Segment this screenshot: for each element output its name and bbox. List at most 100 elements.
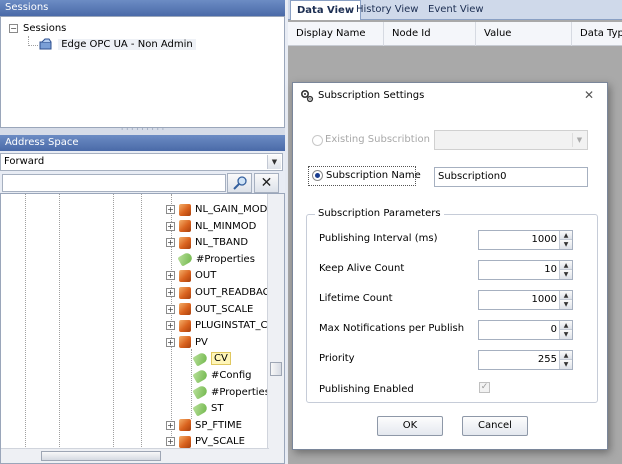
parameter-spinner[interactable]: 10 ▲ ▼ [478,260,573,280]
spin-up-icon[interactable]: ▲ [560,231,572,240]
publishing-enabled-label: Publishing Enabled [319,384,414,395]
sessions-tree[interactable]: − Sessions Edge OPC UA - Non Admin [0,16,285,128]
column-node-id[interactable]: Node Id [384,22,476,46]
cancel-button[interactable]: Cancel [462,416,528,436]
spin-down-icon[interactable]: ▼ [560,240,572,249]
tree-node[interactable]: #Config [192,367,251,384]
dialog-title-bar[interactable]: Subscription Settings [293,83,607,109]
parameter-spinner[interactable]: 0 ▲ ▼ [478,320,573,340]
expand-node-icon[interactable]: + [166,288,175,297]
tree-scroll-thumb[interactable] [270,362,282,376]
clear-search-button[interactable]: ✕ [254,173,279,193]
tree-node[interactable]: ST [192,401,223,417]
object-cube-icon [179,303,191,316]
cancel-button-label: Cancel [478,420,512,431]
tree-vertical-scrollbar[interactable] [267,194,284,463]
tree-node[interactable]: + NL_MINMOD [166,219,257,234]
session-item[interactable]: Edge OPC UA - Non Admin [39,37,196,52]
column-display-name-label: Display Name [296,28,366,39]
column-value[interactable]: Value [476,22,572,46]
tree-node[interactable]: + OUT [166,268,217,283]
parameter-label: Keep Alive Count [319,263,405,274]
parameter-spinner[interactable]: 1000 ▲ ▼ [478,290,573,310]
publishing-enabled-checkbox[interactable]: ✓ [479,382,490,393]
parameter-spinner[interactable]: 255 ▲ ▼ [478,350,573,370]
spin-up-icon[interactable]: ▲ [560,321,572,330]
expand-node-icon[interactable]: + [166,321,175,331]
tree-node[interactable]: #Properties [192,384,270,400]
parameter-label: Lifetime Count [319,293,393,304]
ok-button[interactable]: OK [377,416,443,436]
tree-horizontal-scrollbar[interactable] [1,448,269,463]
property-tag-icon [192,351,209,367]
tree-node[interactable]: #Properties [177,251,255,267]
object-cube-icon [179,236,191,249]
tree-node[interactable]: CV [192,351,231,367]
spin-up-icon[interactable]: ▲ [560,291,572,300]
address-space-header: Address Space [0,135,285,151]
tree-node[interactable]: + PV [166,335,208,350]
column-data-type[interactable]: Data Typ [572,22,622,46]
chevron-down-icon[interactable]: ▼ [572,133,586,147]
spin-down-icon[interactable]: ▼ [560,270,572,279]
parameter-value: 1000 [531,234,557,245]
address-space-tree[interactable]: + NL_GAIN_MOD + NL_MINMOD + NL_TBAND #Properti… [0,193,285,464]
parameter-value: 0 [550,324,557,335]
column-display-name[interactable]: Display Name [288,22,384,46]
tree-node[interactable]: + OUT_READBAC [166,285,270,300]
tab-history-view[interactable]: History View [350,0,425,20]
expand-node-icon[interactable]: + [166,420,175,430]
subscription-settings-dialog: Subscription Settings ✕ Existing Subscri… [292,82,608,450]
tree-node[interactable]: + PLUGINSTAT_C [166,318,267,333]
existing-subscription-select[interactable]: ▼ [434,130,588,150]
tab-history-view-label: History View [356,4,419,15]
expand-node-icon[interactable]: + [166,437,175,447]
expand-node-icon[interactable]: + [166,221,175,231]
tab-data-view-label: Data View [297,5,355,16]
tree-node-label: OUT [195,270,217,282]
tree-node[interactable]: + OUT_SCALE [166,302,253,317]
parameter-value: 1000 [531,294,557,305]
tree-node[interactable]: + SP_FTIME [166,418,242,433]
column-node-id-label: Node Id [392,28,431,39]
parameter-spinner[interactable]: 1000 ▲ ▼ [478,230,573,250]
chevron-down-icon[interactable]: ▼ [267,155,281,169]
property-tag-icon [192,401,209,417]
object-cube-icon [179,269,191,282]
property-tag-icon [177,251,194,267]
pane-splitter[interactable]: · · · · · · · · · [0,126,285,135]
data-grid-header: Display Name Node Id Value Data Typ [288,22,622,46]
expand-node-icon[interactable]: + [166,304,175,314]
spin-down-icon[interactable]: ▼ [560,330,572,339]
column-value-label: Value [484,28,512,39]
sessions-pane-title: Sessions [5,2,49,13]
spin-down-icon[interactable]: ▼ [560,360,572,369]
subscription-name-label: Subscription Name [326,170,421,181]
search-button[interactable] [227,173,252,193]
tab-event-view[interactable]: Event View [422,0,490,20]
subscription-name-radio-focus[interactable]: Subscription Name [308,166,421,186]
sessions-root[interactable]: Sessions [23,21,66,36]
tab-event-view-label: Event View [428,4,484,15]
expand-node-icon[interactable]: + [166,271,175,281]
subscription-name-radio[interactable] [312,170,323,181]
spin-down-icon[interactable]: ▼ [560,300,572,309]
collapse-sessions-icon[interactable]: − [9,24,18,33]
existing-subscription-radio[interactable] [312,135,323,146]
tree-node-label: NL_MINMOD [195,220,257,232]
tree-hscroll-thumb[interactable] [41,451,161,461]
tree-node[interactable]: + NL_GAIN_MOD [166,202,267,217]
expand-node-icon[interactable]: + [166,238,175,248]
expand-node-icon[interactable]: + [166,337,175,347]
subscription-name-input[interactable]: Subscription0 [434,167,588,187]
object-cube-icon [179,220,191,233]
search-input[interactable] [2,174,226,192]
parameter-label: Publishing Interval (ms) [319,233,438,244]
spin-up-icon[interactable]: ▲ [560,261,572,270]
expand-node-icon[interactable]: + [166,205,175,214]
view-mode-select[interactable]: Forward ▼ [0,153,283,171]
spin-up-icon[interactable]: ▲ [560,351,572,360]
close-icon[interactable]: ✕ [581,87,597,103]
tree-node[interactable]: + NL_TBAND [166,235,248,250]
tree-node-label: #Properties [211,386,270,398]
